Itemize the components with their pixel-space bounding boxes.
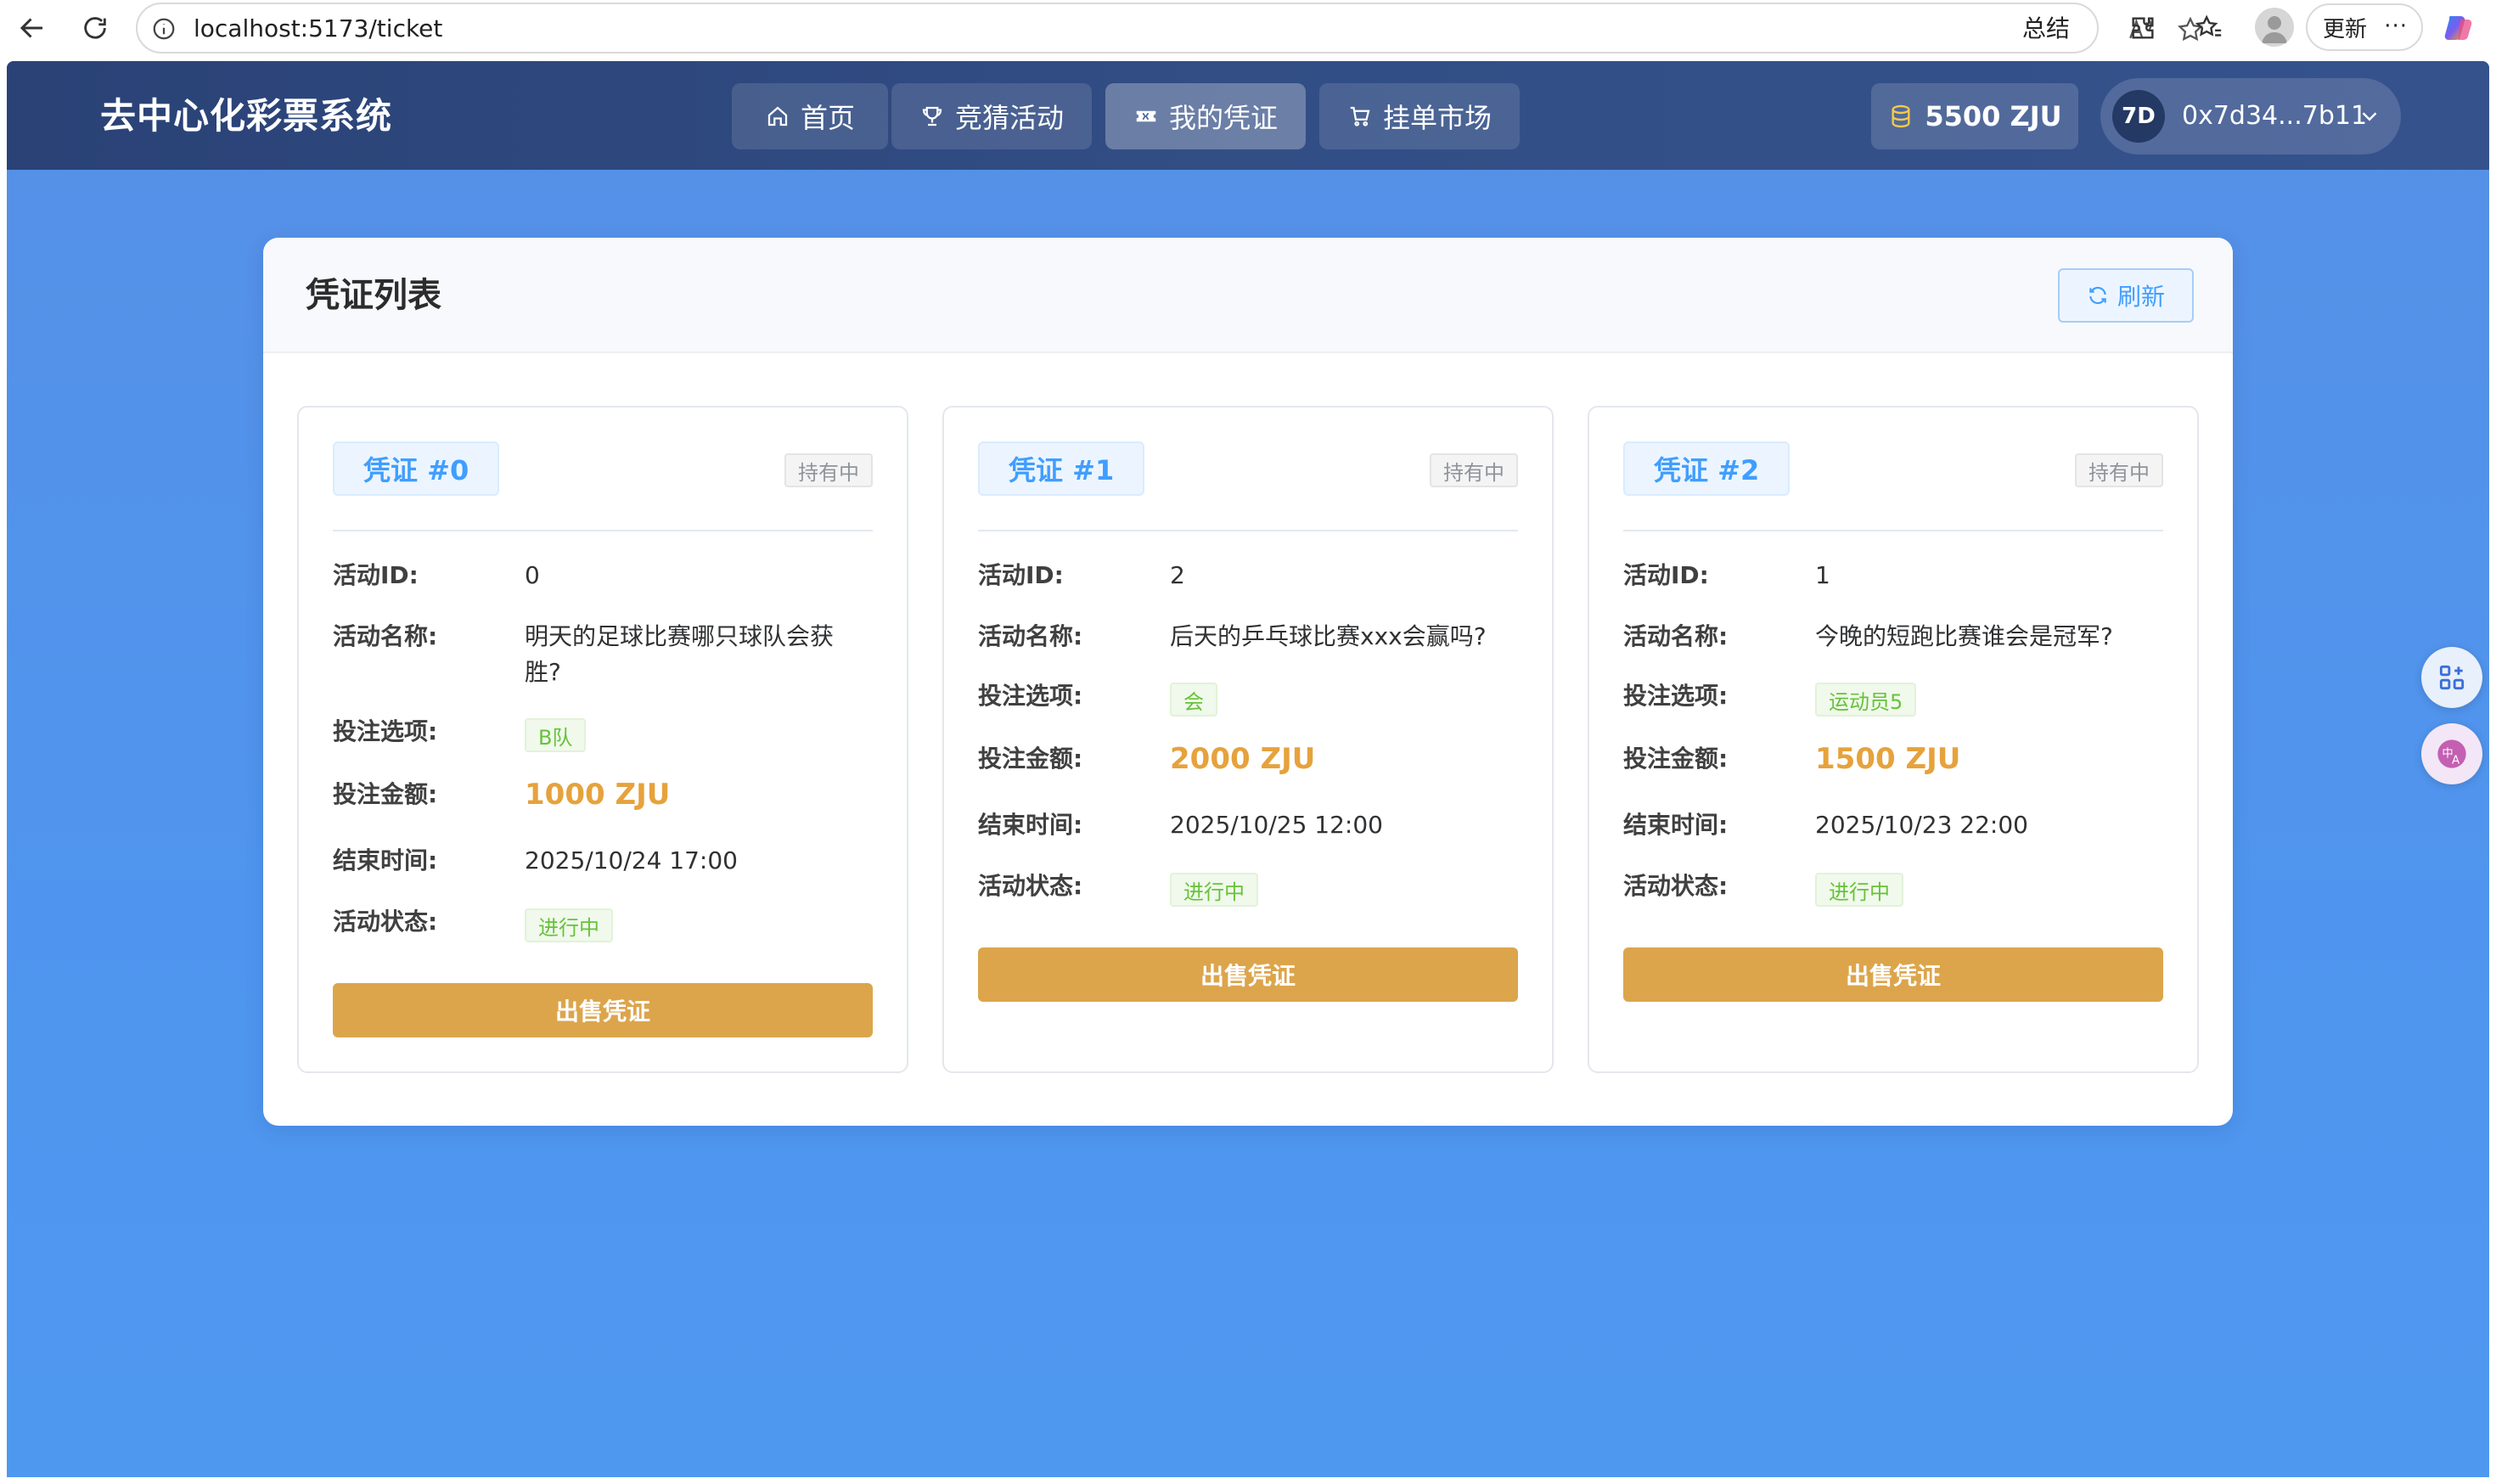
home-icon <box>767 106 788 126</box>
bet-amount-value: 2000 ZJU <box>1170 742 1316 776</box>
activity-status-label: 活动状态: <box>1623 872 1729 900</box>
update-label: 更新 <box>2323 16 2368 42</box>
url-text[interactable]: localhost:5173/ticket <box>194 16 442 42</box>
end-time-label: 结束时间: <box>978 811 1083 839</box>
bet-amount-label: 投注金额: <box>333 780 438 808</box>
nav-tab-market[interactable]: 挂单市场 <box>1319 83 1520 149</box>
bet-amount-label: 投注金额: <box>1623 745 1729 773</box>
bet-amount-value: 1500 ZJU <box>1815 742 1961 776</box>
ticket-id-tag: 凭证 #0 <box>333 441 500 496</box>
activity-name-label: 活动名称: <box>1623 622 1729 650</box>
refresh-button[interactable]: 刷新 <box>2058 268 2194 323</box>
sell-ticket-button[interactable]: 出售凭证 <box>1623 947 2163 1002</box>
end-time-value: 2025/10/23 22:00 <box>1815 811 2028 839</box>
translate-icon[interactable]: 中A <box>2421 723 2482 784</box>
update-button[interactable]: 更新 ··· <box>2306 3 2423 51</box>
activity-name-label: 活动名称: <box>978 622 1083 650</box>
coins-icon <box>1892 104 1910 128</box>
qr-scan-icon[interactable] <box>2421 647 2482 708</box>
activity-name-value: 今晚的短跑比赛谁会是冠军? <box>1815 622 2113 650</box>
divider <box>333 530 873 531</box>
account-dropdown[interactable]: 7D 0x7d34...7b11 <box>2100 78 2401 155</box>
copilot-icon[interactable] <box>2438 8 2479 48</box>
sell-ticket-button[interactable]: 出售凭证 <box>333 983 873 1037</box>
profile-avatar-icon[interactable] <box>2255 8 2294 47</box>
hold-status-badge: 持有中 <box>1430 453 1518 487</box>
bet-amount-label: 投注金额: <box>978 745 1083 773</box>
refresh-label: 刷新 <box>2117 283 2165 311</box>
account-address: 0x7d34...7b11 <box>2182 101 2368 131</box>
balance-chip: 5500 ZJU <box>1871 83 2078 149</box>
address-bar[interactable]: localhost:5173/ticket 总结 <box>136 3 2203 53</box>
refresh-icon <box>2089 286 2106 305</box>
end-time-value: 2025/10/25 12:00 <box>1170 811 1383 839</box>
extensions-icon[interactable] <box>2122 8 2163 48</box>
chevron-down-icon <box>2362 112 2377 121</box>
ticket-id-tag: 凭证 #2 <box>1623 441 1790 496</box>
end-time-value: 2025/10/24 17:00 <box>525 846 738 874</box>
activity-id-value: 0 <box>525 561 540 589</box>
browser-toolbar: localhost:5173/ticket 总结 更新 ··· <box>0 0 2496 56</box>
hold-status-badge: 持有中 <box>784 453 873 487</box>
activity-name-value: 后天的乒乓球比赛xxx会赢吗? <box>1170 622 1487 650</box>
nav-tab-label: 竞猜活动 <box>954 102 1064 134</box>
bet-option-label: 投注选项: <box>978 682 1083 710</box>
nav-tab-label: 首页 <box>800 102 855 134</box>
activity-status-tag: 进行中 <box>525 908 613 942</box>
bet-option-label: 投注选项: <box>1623 682 1729 710</box>
back-icon[interactable] <box>12 8 53 48</box>
reload-icon[interactable] <box>75 8 115 48</box>
ticket-list-panel: 凭证列表 刷新 凭证 #0 持有中 活动ID: 0 活动名称: 明天的足球比赛哪… <box>263 238 2233 1126</box>
info-icon[interactable] <box>151 16 177 42</box>
bet-option-label: 投注选项: <box>333 717 438 745</box>
activity-id-label: 活动ID: <box>333 561 419 589</box>
bet-amount-value: 1000 ZJU <box>525 778 671 812</box>
bet-option-tag: B队 <box>525 718 587 752</box>
panel-title: 凭证列表 <box>306 276 441 315</box>
activity-name-label: 活动名称: <box>333 622 438 650</box>
account-avatar: 7D <box>2112 90 2165 143</box>
ticket-id-tag: 凭证 #1 <box>978 441 1145 496</box>
activity-name-value: 明天的足球比赛哪只球队会获胜? <box>525 622 835 686</box>
nav-tab-my-tickets[interactable]: 我的凭证 <box>1105 83 1306 149</box>
ticket-card: 凭证 #0 持有中 活动ID: 0 活动名称: 明天的足球比赛哪只球队会获胜? … <box>297 406 908 1073</box>
hold-status-badge: 持有中 <box>2075 453 2163 487</box>
app-root: 去中心化彩票系统 首页 竞猜活动 我的凭证 挂单市场 5500 ZJU 7D 0… <box>7 61 2489 1477</box>
end-time-label: 结束时间: <box>1623 811 1729 839</box>
activity-status-label: 活动状态: <box>333 908 438 936</box>
divider <box>978 530 1518 531</box>
activity-status-label: 活动状态: <box>978 872 1083 900</box>
cart-icon <box>1350 106 1370 126</box>
nav-tab-label: 挂单市场 <box>1382 102 1492 134</box>
sell-ticket-button[interactable]: 出售凭证 <box>978 947 1518 1002</box>
balance-value: 5500 ZJU <box>1925 100 2062 132</box>
activity-status-tag: 进行中 <box>1815 873 1903 907</box>
activity-id-label: 活动ID: <box>1623 561 1709 589</box>
ticket-card: 凭证 #1 持有中 活动ID: 2 活动名称: 后天的乒乓球比赛xxx会赢吗? … <box>942 406 1554 1073</box>
trophy-icon <box>922 106 942 126</box>
nav-tab-contests[interactable]: 竞猜活动 <box>891 83 1092 149</box>
app-header: 去中心化彩票系统 首页 竞猜活动 我的凭证 挂单市场 5500 ZJU 7D 0… <box>7 61 2489 170</box>
bet-option-tag: 会 <box>1170 683 1217 717</box>
panel-header: 凭证列表 刷新 <box>263 238 2233 353</box>
end-time-label: 结束时间: <box>333 846 438 874</box>
activity-id-value: 2 <box>1170 561 1185 589</box>
activity-status-tag: 进行中 <box>1170 873 1258 907</box>
ticket-icon <box>1136 110 1156 122</box>
nav-tab-label: 我的凭证 <box>1168 102 1278 134</box>
app-title: 去中心化彩票系统 <box>100 95 393 137</box>
activity-id-label: 活动ID: <box>978 561 1064 589</box>
ticket-card: 凭证 #2 持有中 活动ID: 1 活动名称: 今晚的短跑比赛谁会是冠军? 投注… <box>1588 406 2199 1073</box>
divider <box>1623 530 2163 531</box>
summary-button[interactable]: 总结 <box>2022 16 2070 42</box>
nav-tab-home[interactable]: 首页 <box>732 83 888 149</box>
bet-option-tag: 运动员5 <box>1815 683 1917 717</box>
favorites-icon[interactable] <box>2189 8 2229 48</box>
more-icon[interactable]: ··· <box>2384 14 2408 39</box>
activity-id-value: 1 <box>1815 561 1830 589</box>
svg-text:A: A <box>2452 755 2459 767</box>
